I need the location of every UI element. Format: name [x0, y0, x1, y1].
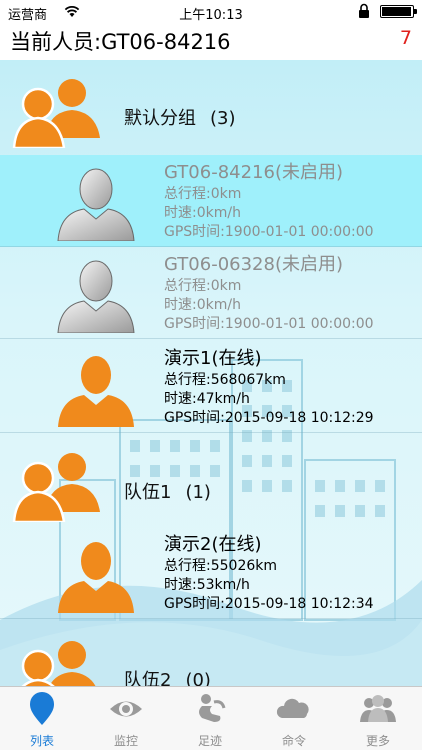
person-mileage: 总行程:568067km — [164, 372, 286, 388]
person-speed: 时速:0km/h — [164, 205, 241, 221]
group-people-icon — [21, 641, 96, 686]
group-row-team1[interactable]: 队伍1 (1) — [0, 440, 422, 532]
person-gps-time: GPS时间:1900-01-01 00:00:00 — [164, 316, 374, 332]
person-mileage: 总行程:0km — [164, 278, 242, 294]
eye-icon — [110, 701, 142, 717]
cloud-icon — [276, 698, 309, 718]
person-gps-time: GPS时间:2015-09-18 10:12:29 — [164, 410, 374, 426]
group-count: (0) — [185, 670, 211, 686]
group-count: (3) — [210, 108, 236, 129]
rotation-lock-icon — [359, 3, 369, 18]
person-name: 演示2(在线) — [164, 534, 262, 555]
person-gps-time: GPS时间:2015-09-18 10:12:34 — [164, 596, 374, 612]
group-people-icon — [12, 79, 100, 148]
group-row-team2[interactable]: 队伍2 (0) — [0, 628, 422, 686]
person-mileage: 总行程:0km — [164, 186, 242, 202]
battery-icon — [380, 5, 417, 18]
group-name: 默认分组 — [124, 108, 196, 129]
tab-footprint[interactable]: 足迹 — [168, 687, 252, 750]
person-row-gt06-06328[interactable]: GT06-06328(未启用) 总行程:0km 时速:0km/h GPS时间:1… — [0, 247, 422, 339]
person-info: GT06-84216(未启用) 总行程:0km 时速:0km/h GPS时间:1… — [164, 161, 374, 242]
current-person-title: 当前人员:GT06-84216 — [10, 30, 231, 54]
group-count: (1) — [185, 482, 211, 503]
group-name: 队伍2 — [124, 670, 172, 686]
person-online-icon — [58, 356, 134, 427]
person-speed: 时速:53km/h — [164, 577, 250, 593]
person-row-demo1[interactable]: 演示1(在线) 总行程:568067km 时速:47km/h GPS时间:201… — [0, 341, 422, 433]
person-gps-time: GPS时间:1900-01-01 00:00:00 — [164, 224, 374, 240]
group-label: 默认分组 (3) — [124, 104, 236, 130]
tab-monitor[interactable]: 监控 — [84, 687, 168, 750]
person-row-demo2[interactable]: 演示2(在线) 总行程:55026km 时速:53km/h GPS时间:2015… — [0, 527, 422, 619]
people-icon — [360, 695, 396, 722]
person-mileage: 总行程:55026km — [164, 558, 277, 574]
person-name: GT06-84216(未启用) — [164, 162, 344, 183]
person-online-icon — [58, 542, 134, 613]
person-speed: 时速:47km/h — [164, 391, 250, 407]
header: 当前人员:GT06-84216 7 — [0, 24, 422, 60]
status-bar: 运营商 上午10:13 — [0, 0, 422, 24]
location-pin-icon — [30, 692, 54, 725]
total-count-badge: 7 — [399, 27, 412, 49]
group-row-default[interactable]: 默认分组 (3) — [0, 66, 422, 158]
person-list[interactable]: 默认分组 (3) GT06-84216(未启用) 总行程:0km 时速:0km/h… — [0, 60, 422, 686]
tab-command[interactable]: 命令 — [252, 687, 336, 750]
person-speed: 时速:0km/h — [164, 297, 241, 313]
tab-list[interactable]: 列表 — [0, 687, 84, 750]
person-info: 演示1(在线) 总行程:568067km 时速:47km/h GPS时间:201… — [164, 347, 374, 428]
person-name: GT06-06328(未启用) — [164, 254, 344, 275]
person-row-gt06-84216[interactable]: GT06-84216(未启用) 总行程:0km 时速:0km/h GPS时间:1… — [0, 155, 422, 247]
tab-label: 命令 — [281, 734, 306, 748]
tab-label: 监控 — [113, 734, 138, 748]
person-offline-icon — [57, 168, 135, 241]
group-name: 队伍1 — [124, 482, 172, 503]
group-label: 队伍1 (1) — [124, 478, 211, 504]
tab-label: 更多 — [365, 734, 390, 748]
footprint-icon — [199, 694, 226, 722]
tab-label: 列表 — [29, 734, 54, 748]
person-info: 演示2(在线) 总行程:55026km 时速:53km/h GPS时间:2015… — [164, 533, 374, 614]
person-info: GT06-06328(未启用) 总行程:0km 时速:0km/h GPS时间:1… — [164, 253, 374, 334]
tab-label: 足迹 — [197, 734, 222, 748]
person-name: 演示1(在线) — [164, 348, 262, 369]
person-offline-icon — [57, 260, 135, 333]
group-people-icon — [12, 453, 100, 522]
tab-bar: 列表 监控 足迹 命令 更多 — [0, 686, 422, 750]
tab-more[interactable]: 更多 — [336, 687, 420, 750]
group-label: 队伍2 (0) — [124, 666, 211, 686]
